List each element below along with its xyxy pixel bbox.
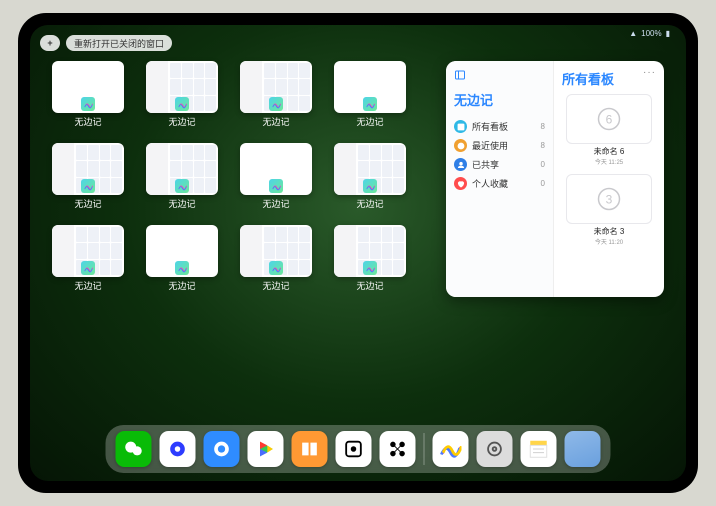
freeform-app-icon xyxy=(363,179,377,193)
thumbnail-label: 无边记 xyxy=(262,279,289,292)
thumbnail-label: 无边记 xyxy=(168,279,195,292)
sidebar-item-count: 8 xyxy=(541,122,545,131)
top-buttons: + 重新打开已关闭的窗口 xyxy=(40,35,172,51)
sidebar-item-label: 个人收藏 xyxy=(472,177,508,190)
thumbnail-label: 无边记 xyxy=(74,279,101,292)
battery-label: 100% xyxy=(641,29,661,38)
freeform-app-icon xyxy=(269,261,283,275)
sidebar-item-count: 0 xyxy=(541,160,545,169)
dock-divider xyxy=(424,433,425,465)
window-thumbnail[interactable]: 无边记 xyxy=(146,61,218,137)
freeform-app-icon xyxy=(81,97,95,111)
sidebar-item-heart[interactable]: 个人收藏 0 xyxy=(454,174,545,193)
dock-app-wechat[interactable] xyxy=(116,431,152,467)
dock-app-quark[interactable] xyxy=(160,431,196,467)
workspace: 无边记无边记无边记无边记无边记无边记无边记无边记无边记无边记无边记无边记 ···… xyxy=(52,61,664,423)
freeform-app-icon xyxy=(81,179,95,193)
sidebar-item-person[interactable]: 已共享 0 xyxy=(454,155,545,174)
board-card[interactable]: 3 未命名 3今天 11:20 xyxy=(566,174,652,246)
board-name: 未命名 6 xyxy=(566,146,652,157)
sidebar-item-layout[interactable]: 所有看板 8 xyxy=(454,117,545,136)
window-thumbnail[interactable]: 无边记 xyxy=(240,225,312,301)
svg-text:6: 6 xyxy=(606,113,613,127)
thumbnail-label: 无边记 xyxy=(262,197,289,210)
freeform-app-icon xyxy=(175,179,189,193)
freeform-app-icon xyxy=(363,97,377,111)
freeform-app-icon xyxy=(269,179,283,193)
window-thumbnails-grid: 无边记无边记无边记无边记无边记无边记无边记无边记无边记无边记无边记无边记 xyxy=(52,61,406,423)
sidebar-item-label: 最近使用 xyxy=(472,139,508,152)
board-preview: 3 xyxy=(566,174,652,224)
panel-section-title: 所有看板 xyxy=(562,69,656,88)
dock-app-settings[interactable] xyxy=(477,431,513,467)
wifi-icon: ▲ xyxy=(629,29,637,38)
sidebar-toggle-icon[interactable] xyxy=(454,69,545,84)
reopen-closed-window-button[interactable]: 重新打开已关闭的窗口 xyxy=(66,35,172,51)
svg-text:3: 3 xyxy=(606,193,613,207)
ipad-frame: ▲ 100% ▮ + 重新打开已关闭的窗口 无边记无边记无边记无边记无边记无边记… xyxy=(18,13,698,493)
board-preview: 6 xyxy=(566,94,652,144)
sidebar-item-count: 0 xyxy=(541,179,545,188)
window-thumbnail[interactable]: 无边记 xyxy=(334,143,406,219)
thumbnail-label: 无边记 xyxy=(356,279,383,292)
status-bar: ▲ 100% ▮ xyxy=(629,29,670,38)
window-thumbnail[interactable]: 无边记 xyxy=(334,225,406,301)
dock-app-hex[interactable] xyxy=(380,431,416,467)
window-thumbnail[interactable]: 无边记 xyxy=(52,61,124,137)
freeform-panel[interactable]: ··· 无边记 所有看板8最近使用8已共享0个人收藏0 所有看板 6未命名 6今… xyxy=(446,61,664,297)
sidebar-item-clock[interactable]: 最近使用 8 xyxy=(454,136,545,155)
freeform-app-icon xyxy=(269,97,283,111)
panel-main: 所有看板 6 未命名 6今天 11:25 3 未命名 3今天 11:20 xyxy=(554,61,664,297)
thumbnail-label: 无边记 xyxy=(74,197,101,210)
window-thumbnail[interactable]: 无边记 xyxy=(146,143,218,219)
freeform-app-icon xyxy=(175,97,189,111)
board-name: 未命名 3 xyxy=(566,226,652,237)
dock-app-dice[interactable] xyxy=(336,431,372,467)
thumbnail-label: 无边记 xyxy=(168,197,195,210)
sidebar-item-count: 8 xyxy=(541,141,545,150)
board-timestamp: 今天 11:20 xyxy=(566,237,652,246)
new-window-button[interactable]: + xyxy=(40,35,60,51)
thumbnail-label: 无边记 xyxy=(356,197,383,210)
heart-icon xyxy=(454,177,467,190)
dock-app-play[interactable] xyxy=(248,431,284,467)
dock-app-freeform[interactable] xyxy=(433,431,469,467)
sidebar-item-label: 所有看板 xyxy=(472,120,508,133)
dock-app-notes[interactable] xyxy=(521,431,557,467)
freeform-app-icon xyxy=(81,261,95,275)
board-card[interactable]: 6 未命名 6今天 11:25 xyxy=(566,94,652,166)
dock xyxy=(106,425,611,473)
clock-icon xyxy=(454,139,467,152)
freeform-app-icon xyxy=(363,261,377,275)
window-thumbnail[interactable]: 无边记 xyxy=(334,61,406,137)
sidebar-item-label: 已共享 xyxy=(472,158,499,171)
thumbnail-label: 无边记 xyxy=(262,115,289,128)
dock-app-qqbrowser[interactable] xyxy=(204,431,240,467)
freeform-app-icon xyxy=(175,261,189,275)
window-thumbnail[interactable]: 无边记 xyxy=(52,143,124,219)
window-thumbnail[interactable]: 无边记 xyxy=(240,61,312,137)
dock-app-books[interactable] xyxy=(292,431,328,467)
dock-app-folder[interactable] xyxy=(565,431,601,467)
board-timestamp: 今天 11:25 xyxy=(566,157,652,166)
person-icon xyxy=(454,158,467,171)
panel-app-title: 无边记 xyxy=(454,90,545,109)
window-thumbnail[interactable]: 无边记 xyxy=(146,225,218,301)
thumbnail-label: 无边记 xyxy=(356,115,383,128)
window-thumbnail[interactable]: 无边记 xyxy=(240,143,312,219)
window-thumbnail[interactable]: 无边记 xyxy=(52,225,124,301)
layout-icon xyxy=(454,120,467,133)
thumbnail-label: 无边记 xyxy=(74,115,101,128)
thumbnail-label: 无边记 xyxy=(168,115,195,128)
screen: ▲ 100% ▮ + 重新打开已关闭的窗口 无边记无边记无边记无边记无边记无边记… xyxy=(30,25,686,481)
battery-icon: ▮ xyxy=(666,29,670,38)
panel-sidebar: 无边记 所有看板 8 最近使用 8 已共享 0 个人收藏 0 xyxy=(446,61,554,297)
